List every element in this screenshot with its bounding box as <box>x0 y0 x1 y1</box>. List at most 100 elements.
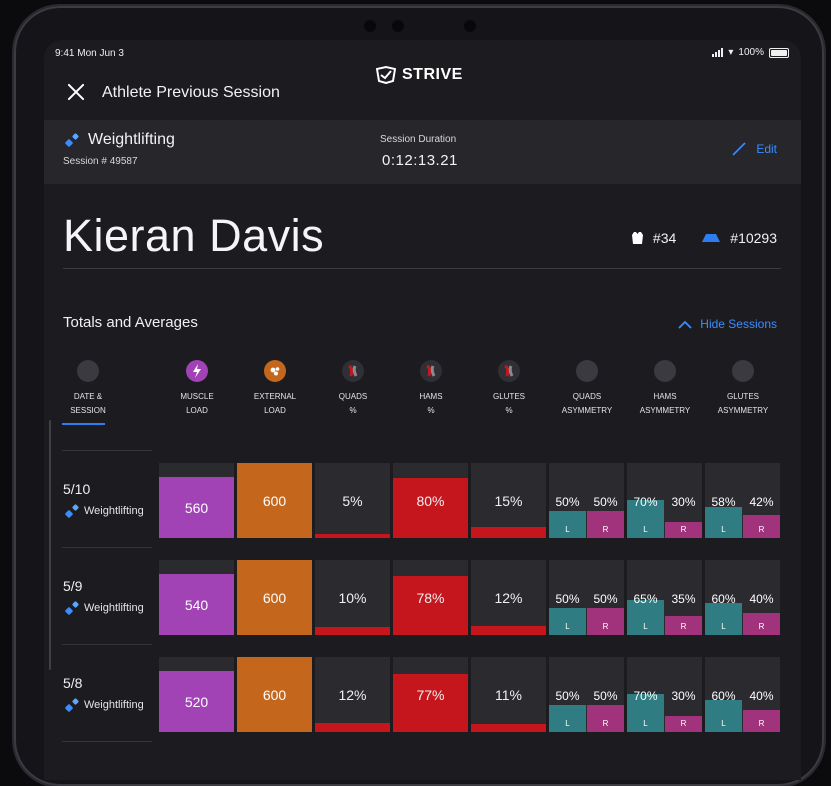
column-header[interactable]: QUADS% <box>315 360 391 418</box>
close-icon[interactable] <box>66 82 86 102</box>
asymmetry-side-label: R <box>602 622 609 631</box>
glutes-icon <box>498 360 520 382</box>
column-header[interactable]: DATE & SESSION <box>50 360 126 418</box>
column-label: MUSCLE <box>180 392 214 401</box>
quads-asymmetry-cell[interactable]: L 50% R 50% <box>549 560 624 635</box>
row-divider <box>62 644 152 645</box>
quads-percent-bar <box>315 723 390 732</box>
edit-button[interactable]: Edit <box>732 142 777 156</box>
muscle-load-cell[interactable]: 560 <box>159 463 234 538</box>
scrollbar[interactable] <box>49 420 51 670</box>
quads-percent-cell[interactable]: 5% <box>315 463 390 538</box>
column-header[interactable]: QUADS ASYMMETRY <box>549 360 625 418</box>
quads-percent-cell[interactable]: 12% <box>315 657 390 732</box>
hams-percent-cell[interactable]: 80% <box>393 463 468 538</box>
asymmetry-side-label: L <box>721 525 726 534</box>
column-label: SESSION <box>70 406 106 415</box>
hams-asymmetry-cell[interactable]: L 70% R 30% <box>627 463 702 538</box>
asymmetry-side-label: R <box>758 525 765 534</box>
quads-percent-value: 10% <box>338 590 367 606</box>
external-load-cell[interactable]: 600 <box>237 560 312 635</box>
asymmetry-left-value: 50% <box>555 495 580 509</box>
asymmetry-right-value: 50% <box>593 689 618 703</box>
divider <box>63 268 781 269</box>
glutes-percent-cell[interactable]: 11% <box>471 657 546 732</box>
column-headers: DATE & SESSION MUSCLE LOAD EXTERNAL LOAD QUADS… <box>44 360 801 430</box>
asymmetry-side-label: L <box>721 719 726 728</box>
asymmetry-left-value: 70% <box>633 495 658 509</box>
status-bar: 9:41 Mon Jun 3 ▾ 100% <box>44 40 801 64</box>
column-header[interactable]: EXTERNAL LOAD <box>237 360 313 418</box>
top-nav: Athlete Previous Session STRIVE <box>44 64 801 120</box>
jersey-number: #34 <box>652 230 677 246</box>
circle-icon <box>576 360 598 382</box>
asymmetry-left-value: 50% <box>555 689 580 703</box>
session-sport[interactable]: Weightlifting <box>66 699 144 711</box>
battery-percent: 100% <box>738 47 764 58</box>
column-header[interactable]: GLUTES% <box>471 360 547 418</box>
asymmetry-right-bar: R <box>743 613 780 635</box>
muscle-load-cell[interactable]: 520 <box>159 657 234 732</box>
column-label: GLUTES <box>492 392 525 401</box>
pencil-icon <box>732 142 746 156</box>
glutes-percent-cell[interactable]: 12% <box>471 560 546 635</box>
quads-asymmetry-cell[interactable]: L 50% R 50% <box>549 463 624 538</box>
session-sport[interactable]: Weightlifting <box>66 505 144 517</box>
asymmetry-right-value: 30% <box>671 689 696 703</box>
external-load-cell[interactable]: 600 <box>237 463 312 538</box>
glutes-asymmetry-cell[interactable]: L 58% R 42% <box>705 463 780 538</box>
glutes-asymmetry-cell[interactable]: L 60% R 40% <box>705 560 780 635</box>
asymmetry-right-value: 42% <box>749 495 774 509</box>
asymmetry-side-label: R <box>680 622 687 631</box>
asymmetry-right-bar: R <box>665 716 702 732</box>
quads-asymmetry-cell[interactable]: L 50% R 50% <box>549 657 624 732</box>
muscle-load-cell[interactable]: 540 <box>159 560 234 635</box>
hide-sessions-button[interactable]: Hide Sessions <box>678 317 777 331</box>
row-divider <box>62 450 152 451</box>
hams-percent-value: 80% <box>416 493 445 509</box>
asymmetry-right-value: 30% <box>671 495 696 509</box>
asymmetry-right-bar: R <box>587 608 624 635</box>
column-header[interactable]: HAMS ASYMMETRY <box>627 360 703 418</box>
sensor-icon <box>464 20 476 32</box>
sensor-device-icon <box>702 234 721 242</box>
column-header[interactable]: GLUTES ASYMMETRY <box>705 360 781 418</box>
glutes-percent-cell[interactable]: 15% <box>471 463 546 538</box>
column-header[interactable]: HAMS% <box>393 360 469 418</box>
external-load-cell[interactable]: 600 <box>237 657 312 732</box>
column-label: % <box>427 406 435 415</box>
glutes-asymmetry-cell[interactable]: L 60% R 40% <box>705 657 780 732</box>
asymmetry-left-value: 50% <box>555 592 580 606</box>
session-date[interactable]: 5/8 <box>63 675 82 691</box>
hams-asymmetry-cell[interactable]: L 70% R 30% <box>627 657 702 732</box>
asymmetry-left-bar: L <box>549 511 586 538</box>
hams-asymmetry-cell[interactable]: L 65% R 35% <box>627 560 702 635</box>
asymmetry-left-value: 70% <box>633 689 658 703</box>
asymmetry-side-label: L <box>565 622 570 631</box>
hams-percent-cell[interactable]: 78% <box>393 560 468 635</box>
session-sport-label: Weightlifting <box>84 602 144 614</box>
lightning-icon <box>186 360 208 382</box>
column-label: ASYMMETRY <box>717 406 769 415</box>
column-label: QUADS <box>338 392 368 401</box>
brand-name: STRIVE <box>402 66 463 83</box>
session-sport[interactable]: Weightlifting <box>66 602 144 614</box>
asymmetry-right-bar: R <box>587 705 624 732</box>
asymmetry-left-bar: L <box>705 507 742 538</box>
asymmetry-left-value: 60% <box>711 592 736 606</box>
quads-percent-cell[interactable]: 10% <box>315 560 390 635</box>
brand-logo: STRIVE <box>376 66 463 84</box>
circle-icon <box>654 360 676 382</box>
asymmetry-right-bar: R <box>665 522 702 538</box>
column-label: % <box>505 406 513 415</box>
column-label: EXTERNAL <box>253 392 297 401</box>
weightlifting-icon <box>66 699 78 711</box>
hams-percent-cell[interactable]: 77% <box>393 657 468 732</box>
asymmetry-side-label: L <box>565 525 570 534</box>
session-date[interactable]: 5/10 <box>63 481 90 497</box>
session-date[interactable]: 5/9 <box>63 578 82 594</box>
column-header[interactable]: MUSCLE LOAD <box>159 360 235 418</box>
asymmetry-left-bar: L <box>705 700 742 732</box>
asymmetry-side-label: L <box>565 719 570 728</box>
asymmetry-right-value: 40% <box>749 689 774 703</box>
